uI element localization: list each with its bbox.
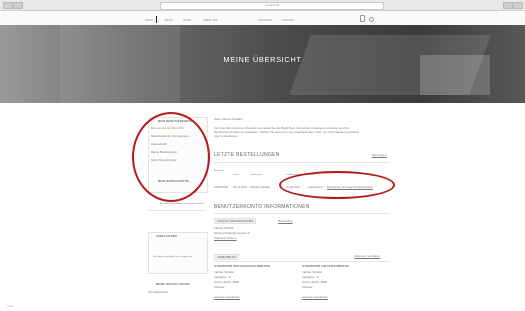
orders-header-ship-to: Lieferung an xyxy=(250,174,263,176)
greeting: Hallo, Fabrice Schaller! xyxy=(214,117,243,121)
billing-name: Fabrice Schaller xyxy=(214,270,235,274)
nav-item-shipping[interactable]: VERSAND xyxy=(258,19,272,22)
billing-edit-link[interactable]: Adresse bearbeiten xyxy=(214,295,240,299)
page-title: MEINE ÜBERSICHT xyxy=(223,55,302,64)
back-button[interactable] xyxy=(3,2,13,9)
view-all-link[interactable]: Alle zeigen xyxy=(372,153,387,157)
account-info-title: BENUTZERKONTO INFORMATIONEN xyxy=(214,204,310,210)
shipping-street: Seefeldstr. 73 xyxy=(302,275,320,279)
nav-item-shop[interactable]: SHOP xyxy=(145,19,153,22)
address-book-title: ADRESSBUCH xyxy=(214,254,240,260)
hero-light-area xyxy=(60,25,180,103)
bookmark-button[interactable] xyxy=(503,2,513,9)
nav-item-blog[interactable]: BLOG xyxy=(165,19,173,22)
nav-item-about[interactable]: ÜBER UNS xyxy=(203,19,218,22)
billing-street: Seefeldstr. 73 xyxy=(214,275,232,279)
orders-header-date: Datum xyxy=(233,174,240,176)
search-icon[interactable] xyxy=(369,17,374,22)
menu-button[interactable] xyxy=(513,2,523,9)
forward-button[interactable] xyxy=(13,2,23,9)
billing-title: STANDARD RECHNUNGSADRESSE xyxy=(214,264,271,268)
compare-empty-text: Sie haben keine Artikel zum Vergleichen. xyxy=(153,256,193,258)
shipping-edit-link[interactable]: Adresse bearbeiten xyxy=(302,295,328,299)
contact-edit-link[interactable]: Bearbeiten xyxy=(278,219,293,223)
nav-item-faq[interactable]: FRAGEN xyxy=(282,19,294,22)
red-annotation-ellipse-sidebar xyxy=(132,112,210,202)
orders-divider xyxy=(214,162,390,163)
order-date: 03.12.2014 xyxy=(233,185,247,189)
contact-email: fabrice.schaller@example.ch xyxy=(214,231,250,235)
shipping-title: STANDARD LIEFERADRESSE xyxy=(302,264,350,268)
manage-addresses-link[interactable]: Adressen verwalten xyxy=(354,254,380,258)
footer-copyright: © 2014 xyxy=(6,306,14,308)
address-text: n1.ereich.de xyxy=(264,3,280,7)
address-bar[interactable]: n1.ereich.de xyxy=(160,1,384,10)
orders-header-order: Bestellung xyxy=(214,170,225,172)
compare-box xyxy=(148,232,208,274)
hero-banner xyxy=(0,25,525,103)
orders-sidebar-link[interactable]: Zum Warenkorb xyxy=(148,290,168,294)
billing-country: Schweiz xyxy=(214,285,225,289)
contact-info-title: KONTAKTINFORMATIONEN xyxy=(214,218,257,224)
intro-line-3: oder zu bearbeiten. xyxy=(214,134,239,138)
red-annotation-ellipse-orders xyxy=(279,171,395,199)
contact-name: Fabrice Schaller xyxy=(214,226,235,230)
logo-mark[interactable] xyxy=(156,16,157,23)
change-password-link[interactable]: Passwort ändern xyxy=(214,236,237,240)
shipping-city: Zürich, Zürich, 8008 xyxy=(302,280,327,284)
shipping-country: Schweiz xyxy=(302,285,313,289)
order-ship-to: Fabrice Schaller xyxy=(250,185,271,189)
billing-city: Zürich, Zürich, 8008 xyxy=(214,280,239,284)
order-number: 100000106 xyxy=(214,185,228,189)
wishlist-empty-text: Sie haben keine Artikel auf dem Wunschze… xyxy=(160,203,206,205)
recent-orders-title: LETZTE BESTELLUNGEN xyxy=(214,152,280,158)
compare-title: VERGLEICHEN xyxy=(156,235,177,238)
orders-title: MEINE BESTELLUNGEN xyxy=(156,283,190,286)
address-divider xyxy=(214,261,390,262)
account-info-divider xyxy=(214,213,390,214)
nav-item-garn[interactable]: GARN xyxy=(183,19,191,22)
shipping-name: Fabrice Schaller xyxy=(302,270,323,274)
cart-icon[interactable] xyxy=(360,15,365,22)
sidebar-divider xyxy=(148,210,206,211)
